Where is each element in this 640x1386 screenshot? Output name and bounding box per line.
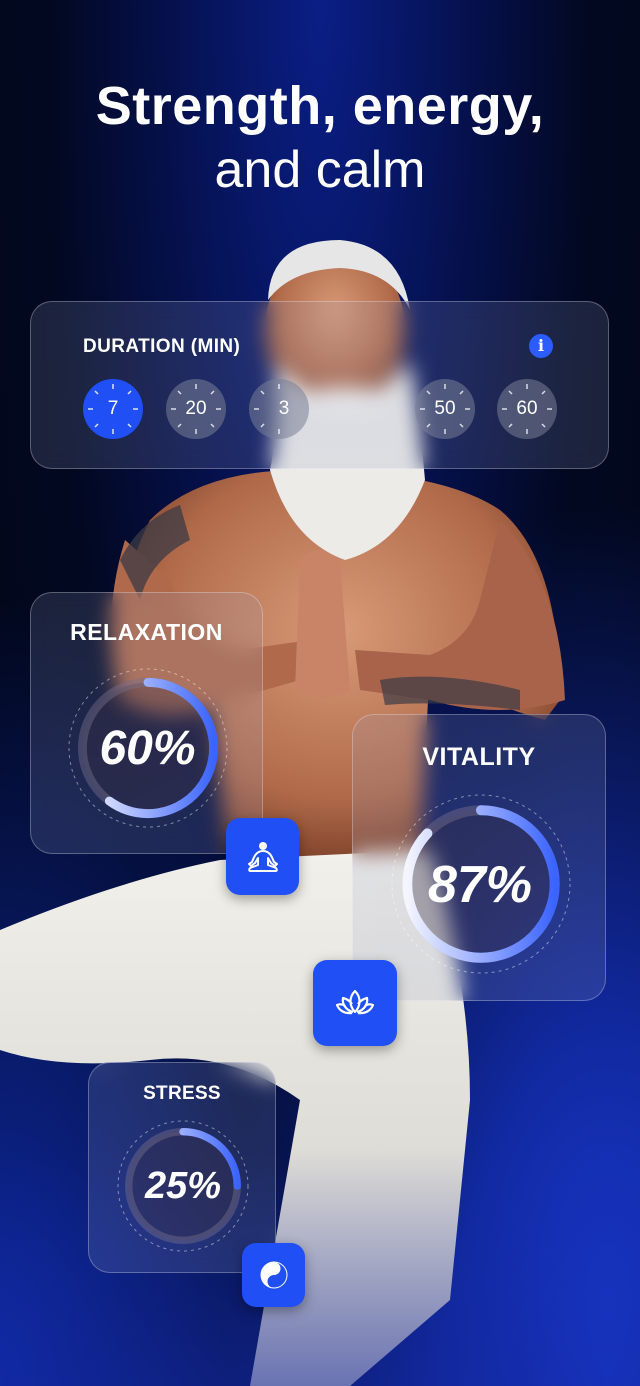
stress-value: 25%: [144, 1165, 222, 1207]
info-icon[interactable]: i: [529, 334, 553, 358]
meditation-badge: [226, 818, 299, 895]
duration-option-label: 20: [185, 398, 207, 419]
duration-label: DURATION (MIN): [83, 336, 241, 357]
yin-yang-badge: [242, 1243, 305, 1307]
lotus-icon: [335, 989, 375, 1015]
vitality-card: VITALITY 87%: [352, 714, 606, 1001]
relaxation-card: RELAXATION 60%: [30, 592, 263, 854]
duration-option-label: 7: [107, 398, 119, 419]
duration-option-label: 50: [434, 398, 456, 419]
duration-option-20[interactable]: 20: [166, 379, 226, 439]
duration-option-label: 3: [278, 398, 290, 419]
relaxation-value: 60%: [99, 722, 196, 775]
relaxation-title: RELAXATION: [70, 619, 223, 645]
duration-option-label: 60: [516, 398, 538, 419]
meditation-icon: [247, 841, 278, 872]
vitality-value: 87%: [427, 856, 533, 914]
duration-option-50[interactable]: 50: [415, 379, 475, 439]
yin-yang-icon: [260, 1261, 287, 1289]
lotus-badge: [313, 960, 397, 1046]
duration-option-60[interactable]: 60: [497, 379, 557, 439]
duration-card: DURATION (MIN) i 7 20 3 50 60: [30, 301, 609, 469]
stress-title: STRESS: [143, 1083, 221, 1104]
duration-option-7[interactable]: 7: [83, 379, 143, 439]
stress-card: STRESS 25%: [88, 1062, 276, 1273]
duration-option-30[interactable]: 3: [249, 379, 309, 439]
vitality-title: VITALITY: [422, 743, 536, 771]
